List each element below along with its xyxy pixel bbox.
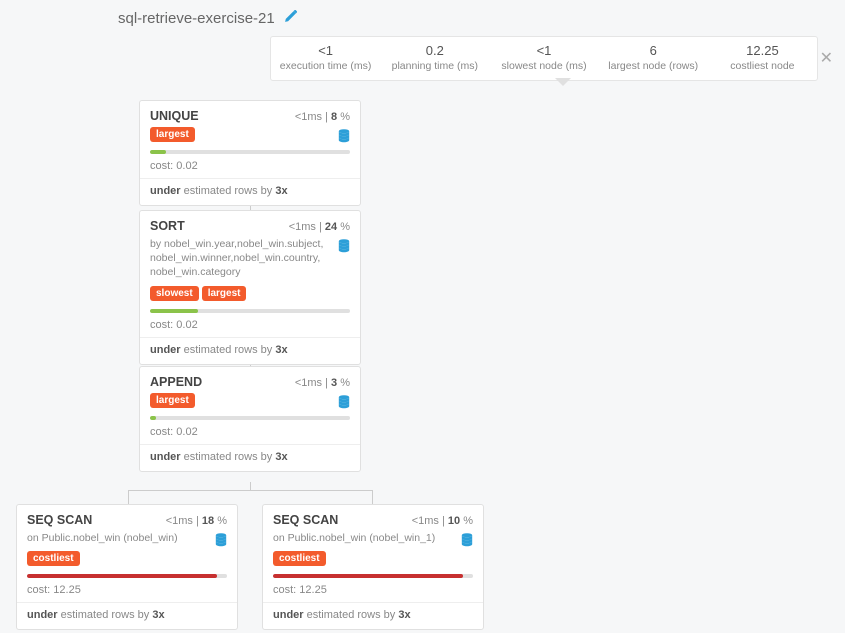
node-estimate: under estimated rows by 3x [140, 179, 360, 205]
node-time: <1ms | 18 % [166, 515, 227, 527]
node-detail: on Public.nobel_win (nobel_win_1) [263, 531, 483, 551]
node-cost: cost: 12.25 [17, 582, 237, 603]
node-estimate: under estimated rows by 3x [140, 338, 360, 364]
connector-line [250, 482, 251, 490]
badge-costliest: costliest [273, 551, 326, 566]
stat-costliest-node[interactable]: 12.25 costliest node [708, 37, 817, 80]
plan-node-sort[interactable]: SORT <1ms | 24 % by nobel_win.year,nobel… [139, 210, 361, 365]
stat-execution-time[interactable]: <1 execution time (ms) [271, 37, 380, 80]
node-detail: by nobel_win.year,nobel_win.subject, nob… [140, 237, 360, 286]
node-time: <1ms | 3 % [295, 377, 350, 389]
plan-node-append[interactable]: APPEND <1ms | 3 % largest cost: 0.02 und… [139, 366, 361, 472]
stat-planning-time[interactable]: 0.2 planning time (ms) [380, 37, 489, 80]
node-estimate: under estimated rows by 3x [17, 603, 237, 629]
plan-node-seqscan[interactable]: SEQ SCAN <1ms | 18 % on Public.nobel_win… [16, 504, 238, 630]
node-detail: on Public.nobel_win (nobel_win) [17, 531, 237, 551]
page-title: sql-retrieve-exercise-21 [118, 10, 275, 27]
database-icon [338, 395, 350, 412]
node-title: SORT [150, 219, 185, 233]
node-time: <1ms | 10 % [412, 515, 473, 527]
node-estimate: under estimated rows by 3x [140, 445, 360, 471]
badge-slowest: slowest [150, 286, 199, 301]
close-icon[interactable]: ✕ [820, 48, 833, 68]
node-cost: cost: 0.02 [140, 158, 360, 179]
node-time: <1ms | 24 % [289, 221, 350, 233]
node-title: UNIQUE [150, 109, 199, 123]
stats-bar: <1 execution time (ms) 0.2 planning time… [270, 36, 818, 81]
connector-branch [128, 490, 373, 504]
badge-largest: largest [202, 286, 247, 301]
badge-largest: largest [150, 127, 195, 142]
title-row: sql-retrieve-exercise-21 [118, 10, 297, 27]
node-cost: cost: 12.25 [263, 582, 483, 603]
chevron-down-icon [555, 78, 571, 86]
database-icon [461, 533, 473, 551]
stat-slowest-node[interactable]: <1 slowest node (ms) [489, 37, 598, 80]
node-title: SEQ SCAN [273, 513, 338, 527]
database-icon [215, 533, 227, 551]
node-time: <1ms | 8 % [295, 111, 350, 123]
badge-costliest: costliest [27, 551, 80, 566]
node-title: APPEND [150, 375, 202, 389]
database-icon [338, 129, 350, 146]
database-icon [338, 239, 350, 257]
edit-icon[interactable] [283, 10, 297, 27]
node-cost: cost: 0.02 [140, 317, 360, 338]
stat-largest-node[interactable]: 6 largest node (rows) [599, 37, 708, 80]
node-cost: cost: 0.02 [140, 424, 360, 445]
badge-largest: largest [150, 393, 195, 408]
node-title: SEQ SCAN [27, 513, 92, 527]
plan-node-seqscan[interactable]: SEQ SCAN <1ms | 10 % on Public.nobel_win… [262, 504, 484, 630]
plan-node-unique[interactable]: UNIQUE <1ms | 8 % largest cost: 0.02 und… [139, 100, 361, 206]
node-estimate: under estimated rows by 3x [263, 603, 483, 629]
